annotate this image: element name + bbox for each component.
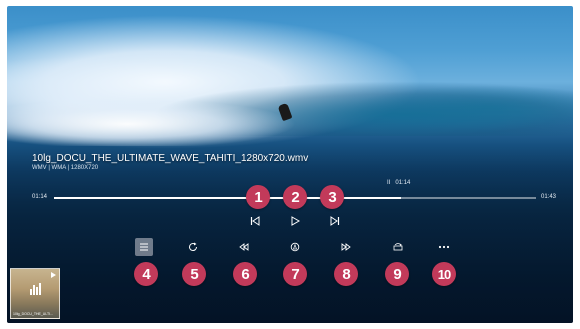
callout-4: 4	[134, 262, 158, 286]
rotate-button[interactable]	[390, 240, 406, 254]
callout-6: 6	[233, 262, 257, 286]
skip-previous-icon	[250, 216, 260, 226]
play-button[interactable]	[288, 214, 302, 228]
more-button[interactable]	[436, 240, 452, 254]
callout-7: 7	[283, 262, 307, 286]
callout-2: 2	[283, 185, 307, 209]
rewind-icon	[239, 243, 249, 251]
callout-9: 9	[385, 262, 409, 286]
callout-10: 10	[432, 262, 456, 286]
equalizer-icon	[30, 283, 42, 295]
playlist-button[interactable]	[135, 238, 153, 256]
pause-icon: II	[387, 180, 391, 186]
fast-forward-button[interactable]	[339, 240, 353, 254]
play-indicator-icon	[51, 272, 56, 278]
status-time: 01:14	[395, 180, 411, 186]
play-icon	[291, 216, 300, 226]
callout-3: 3	[320, 185, 344, 209]
rewind-button[interactable]	[237, 240, 251, 254]
repeat-button[interactable]	[186, 240, 200, 254]
ab-repeat-icon	[290, 242, 300, 252]
playlist-icon	[140, 243, 148, 251]
current-time: 01:14	[32, 194, 48, 200]
wave-spray	[7, 102, 307, 146]
playlist-thumbnail[interactable]: 10lg_DOCU_THE_ULTI...	[10, 268, 60, 319]
video-title: 10lg_DOCU_THE_ULTIMATE_WAVE_TAHITI_1280x…	[32, 153, 309, 164]
file-info: WMV | WMA | 1280X720	[32, 165, 99, 171]
skip-next-icon	[330, 216, 340, 226]
ab-repeat-button[interactable]	[288, 240, 302, 254]
callout-5: 5	[182, 262, 206, 286]
rotate-icon	[393, 243, 403, 251]
total-time: 01:43	[541, 194, 557, 200]
callout-1: 1	[246, 185, 270, 209]
callout-8: 8	[334, 262, 358, 286]
overlay-shade	[7, 146, 573, 323]
previous-button[interactable]	[248, 214, 262, 228]
more-icon	[438, 245, 450, 249]
progress-fill	[54, 197, 402, 199]
fast-forward-icon	[341, 243, 351, 251]
pause-status: II 01:14	[387, 180, 410, 186]
next-button[interactable]	[328, 214, 342, 228]
repeat-icon	[189, 242, 197, 251]
thumbnail-caption: 10lg_DOCU_THE_ULTI...	[13, 312, 54, 316]
